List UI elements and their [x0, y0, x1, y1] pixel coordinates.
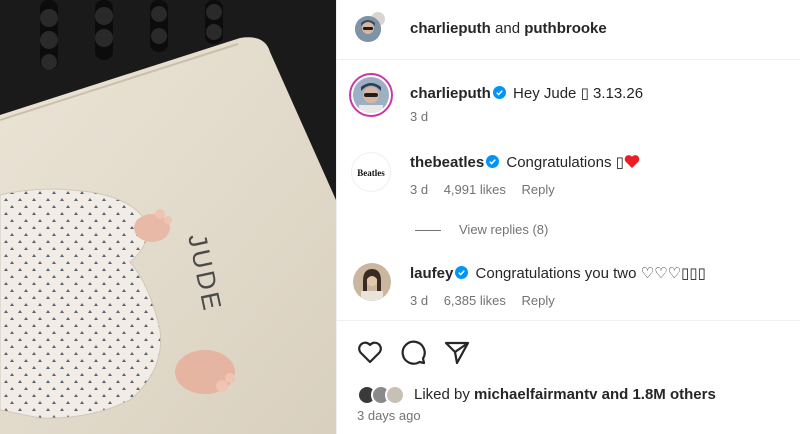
- heart-emoji-icon: [624, 155, 640, 168]
- verified-icon: [492, 86, 506, 99]
- caption-username[interactable]: charlieputh: [410, 85, 491, 102]
- caption-text: charlieputh Hey Jude ▯ 3.13.26: [410, 83, 643, 105]
- verified-icon: [455, 266, 469, 279]
- baby-photo-image: JUDE: [0, 0, 336, 434]
- view-replies-line: [415, 230, 441, 232]
- svg-text:Beatles: Beatles: [357, 168, 385, 178]
- beatles-logo-icon: Beatles: [357, 168, 385, 178]
- author-username[interactable]: charlieputh: [410, 20, 491, 37]
- post-date: 3 days ago: [357, 408, 421, 423]
- comment-likes[interactable]: 4,991 likes: [444, 182, 506, 197]
- reply-button[interactable]: Reply: [521, 293, 554, 308]
- post-photo[interactable]: JUDE: [0, 0, 336, 434]
- post-authors: charlieputh and puthbrooke: [410, 19, 607, 39]
- comment-username[interactable]: thebeatles: [410, 154, 484, 171]
- actions-divider: [337, 320, 800, 321]
- collaborator-username[interactable]: puthbrooke: [524, 20, 607, 37]
- caption-avatar[interactable]: [349, 73, 393, 117]
- view-replies-button[interactable]: View replies (8): [415, 221, 548, 239]
- comment-body: Congratulations ▯: [506, 154, 624, 171]
- caption-avatar-image: [353, 77, 389, 115]
- share-icon[interactable]: [443, 338, 471, 366]
- comment-body: Congratulations you two ♡♡♡▯▯▯: [475, 265, 706, 282]
- comment-meta: 3 d 6,385 likes Reply: [410, 292, 567, 310]
- liked-avatar: [385, 385, 405, 405]
- caption-body: Hey Jude ▯ 3.13.26: [513, 85, 644, 102]
- laufey-avatar-image: [353, 263, 391, 301]
- heart-icon[interactable]: [356, 338, 384, 366]
- comment-time: 3 d: [410, 182, 429, 197]
- comment-icon[interactable]: [399, 338, 427, 366]
- comment-text: thebeatles Congratulations ▯: [410, 152, 640, 174]
- liked-avatars: [357, 385, 409, 405]
- comment-time: 3 d: [410, 293, 429, 308]
- thebeatles-avatar[interactable]: Beatles: [351, 152, 391, 192]
- liked-user[interactable]: michaelfairmantv: [474, 386, 597, 403]
- liked-text: Liked by michaelfairmantv and 1.8M other…: [414, 384, 716, 406]
- author-avatar-image: [355, 16, 381, 42]
- post-header: charlieputh and puthbrooke: [337, 0, 800, 60]
- comment-meta: 3 d 4,991 likes Reply: [410, 181, 567, 199]
- author-avatar[interactable]: [355, 16, 381, 42]
- verified-icon: [486, 155, 500, 168]
- comment-likes[interactable]: 6,385 likes: [444, 293, 506, 308]
- liked-others[interactable]: and 1.8M others: [602, 386, 716, 403]
- reply-button[interactable]: Reply: [521, 182, 554, 197]
- comment-username[interactable]: laufey: [410, 265, 453, 282]
- caption-time: 3 d: [410, 109, 429, 124]
- view-replies-label: View replies (8): [459, 222, 549, 237]
- authors-joiner: and: [495, 20, 521, 37]
- caption-meta: 3 d: [410, 108, 440, 126]
- comment-text: laufey Congratulations you two ♡♡♡▯▯▯: [410, 263, 706, 285]
- laufey-avatar[interactable]: [353, 263, 391, 301]
- liked-prefix: Liked by: [414, 386, 470, 403]
- post-detail-panel: charlieputh and puthbrooke charlieputh H…: [336, 0, 800, 434]
